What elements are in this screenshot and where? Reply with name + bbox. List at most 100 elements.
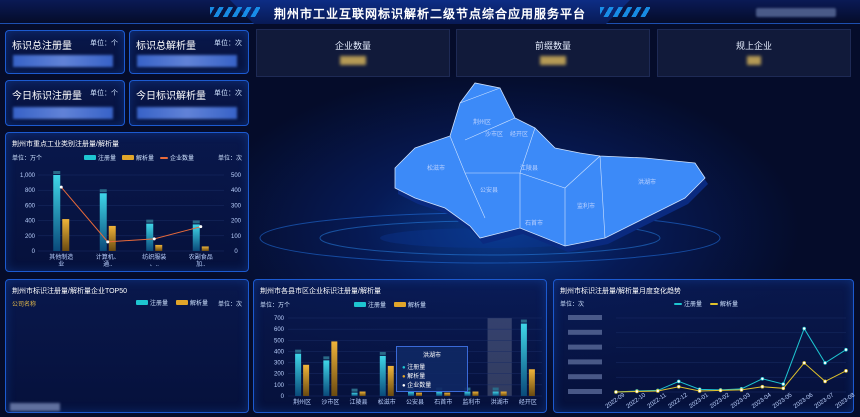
map-label: 石首市 xyxy=(525,219,543,227)
panel-top50: 荆州市标识注册量/解析量企业TOP50 公司名称 单位：次 注册量 解析量 xyxy=(5,279,249,413)
kpi-today-resolve: 今日标识解析量 单位：次 xyxy=(129,80,249,126)
x-tick-label: 2023-06 xyxy=(793,392,815,410)
y-tick-label: 800 xyxy=(25,188,36,194)
panel-industry-chart: 荆州市重点工业类别注册量/解析量 注册量 解析量 企业数量 单位：万个 单位：次… xyxy=(5,132,249,272)
kpi-unit: 单位：个 xyxy=(90,90,118,97)
y-tick-label: 0 xyxy=(32,249,36,255)
bar-register xyxy=(379,355,386,396)
kpi-unit: 单位：个 xyxy=(90,40,118,47)
bar-register-cap xyxy=(379,351,386,355)
map-label: 沙市区 xyxy=(485,130,503,138)
x-tick-label: 2023-04 xyxy=(751,392,773,410)
x-tick-label: 纺织服装 xyxy=(142,253,166,261)
kpi-value-blurred xyxy=(137,55,237,67)
stat-large-enterprise: 规上企业 xyxy=(657,29,851,77)
kpi-unit: 单位：次 xyxy=(214,40,242,47)
bar-resolve xyxy=(155,244,163,251)
line-point xyxy=(760,384,765,389)
y-tick-label-right: 200 xyxy=(231,219,242,225)
bar-register xyxy=(436,391,443,396)
x-tick-label: 、.. xyxy=(150,262,160,268)
x-tick-label: 2023-07 xyxy=(814,392,836,410)
point-company xyxy=(59,185,63,189)
x-tick-label: 计算机、 xyxy=(96,253,120,261)
bar-register-cap xyxy=(192,220,200,224)
line-series xyxy=(615,327,847,393)
line-point xyxy=(781,386,786,391)
line-point xyxy=(760,376,765,381)
bar-register-cap xyxy=(323,356,330,360)
unit-label: 单位：次 xyxy=(217,302,242,308)
y-tick-label: 700 xyxy=(274,316,285,322)
y-tick-label-right: 500 xyxy=(231,173,242,179)
bar-register xyxy=(99,193,107,251)
legend: 注册量 解析量 xyxy=(136,298,208,307)
x-tick-label: 2023-05 xyxy=(772,392,794,410)
kpi-label: 今日标识注册量 xyxy=(12,91,82,102)
bar-resolve xyxy=(201,246,209,251)
x-tick-label: 2022-10 xyxy=(626,392,648,410)
y-tick-blurred xyxy=(568,374,602,380)
trend-line-chart: 2022-09 2022-10 2022-11 2022-12 2023-01 2023-… xyxy=(568,315,855,410)
map-label: 经开区 xyxy=(510,130,528,138)
x-tick-label: 其他制造 xyxy=(49,253,73,261)
y-tick-label: 400 xyxy=(25,219,36,225)
map-label: 荆州区 xyxy=(473,118,491,126)
kpi-value-blurred xyxy=(13,55,113,67)
y-tick-label-right: 400 xyxy=(231,188,242,194)
x-tick-label: 松滋市 xyxy=(378,398,396,406)
legend-label: 注册量 xyxy=(150,301,169,307)
y-tick-label: 300 xyxy=(274,361,285,367)
x-tick-label: 业 xyxy=(58,260,64,268)
line-point xyxy=(823,379,827,384)
kpi-unit: 单位：次 xyxy=(214,90,242,97)
column-header: 公司名称 xyxy=(12,302,37,308)
line-point xyxy=(656,389,660,393)
bar-resolve xyxy=(416,392,422,396)
legend-swatch xyxy=(176,300,189,305)
bar-register xyxy=(351,392,358,396)
bar-resolve xyxy=(62,219,70,251)
legend-label: 解析量 xyxy=(190,301,209,307)
x-tick-label: 2023-03 xyxy=(730,392,752,410)
point-company xyxy=(199,225,203,229)
y-tick-blurred xyxy=(568,329,602,335)
line-point xyxy=(614,390,618,394)
x-tick-label: 经开区 xyxy=(519,398,537,406)
tooltip: 洪湖市 ● 注册量 ● 解析量 ● 企业数量 xyxy=(396,346,468,392)
map-label: 松滋市 xyxy=(427,164,445,172)
bar-register xyxy=(464,391,471,396)
kpi-label: 标识总解析量 xyxy=(136,41,196,52)
x-tick-label: 2023-02 xyxy=(709,392,731,410)
x-tick-label: 加.. xyxy=(196,260,206,268)
company-name-blurred xyxy=(10,403,60,411)
bar-resolve xyxy=(387,365,394,396)
y-tick-label: 100 xyxy=(274,383,285,389)
bar-resolve xyxy=(472,391,479,396)
y-tick-label-right: 300 xyxy=(231,203,242,209)
y-tick-label-right: 0 xyxy=(234,249,238,255)
x-tick-label: 公安县 xyxy=(406,398,424,406)
x-tick-label: 沙市区 xyxy=(321,398,339,406)
stat-prefix-count: 前缀数量 xyxy=(456,29,650,77)
panel-title: 荆州市标识注册量/解析量企业TOP50 xyxy=(12,288,127,295)
bar-resolve xyxy=(444,392,451,396)
bar-resolve xyxy=(359,391,366,396)
map-label: 江陵县 xyxy=(520,164,538,172)
y-tick-blurred xyxy=(568,315,602,320)
bar-register-cap xyxy=(53,171,61,174)
tooltip-row-label: 企业数量 xyxy=(407,383,432,389)
x-tick-label: 2023-01 xyxy=(688,392,710,410)
y-tick-label-right: 100 xyxy=(231,234,242,240)
tooltip-row: ● 解析量 xyxy=(402,374,426,380)
line-series xyxy=(615,362,847,393)
hover-highlight xyxy=(487,318,512,396)
point-company xyxy=(106,240,110,244)
y-tick-label: 400 xyxy=(274,349,285,355)
y-tick-label: 200 xyxy=(25,234,36,240)
line-point xyxy=(718,388,723,393)
line-point xyxy=(739,388,744,392)
stat-value-blurred xyxy=(747,56,761,65)
tooltip-title: 洪湖市 xyxy=(422,353,441,359)
x-tick-label: 通.. xyxy=(103,260,113,268)
